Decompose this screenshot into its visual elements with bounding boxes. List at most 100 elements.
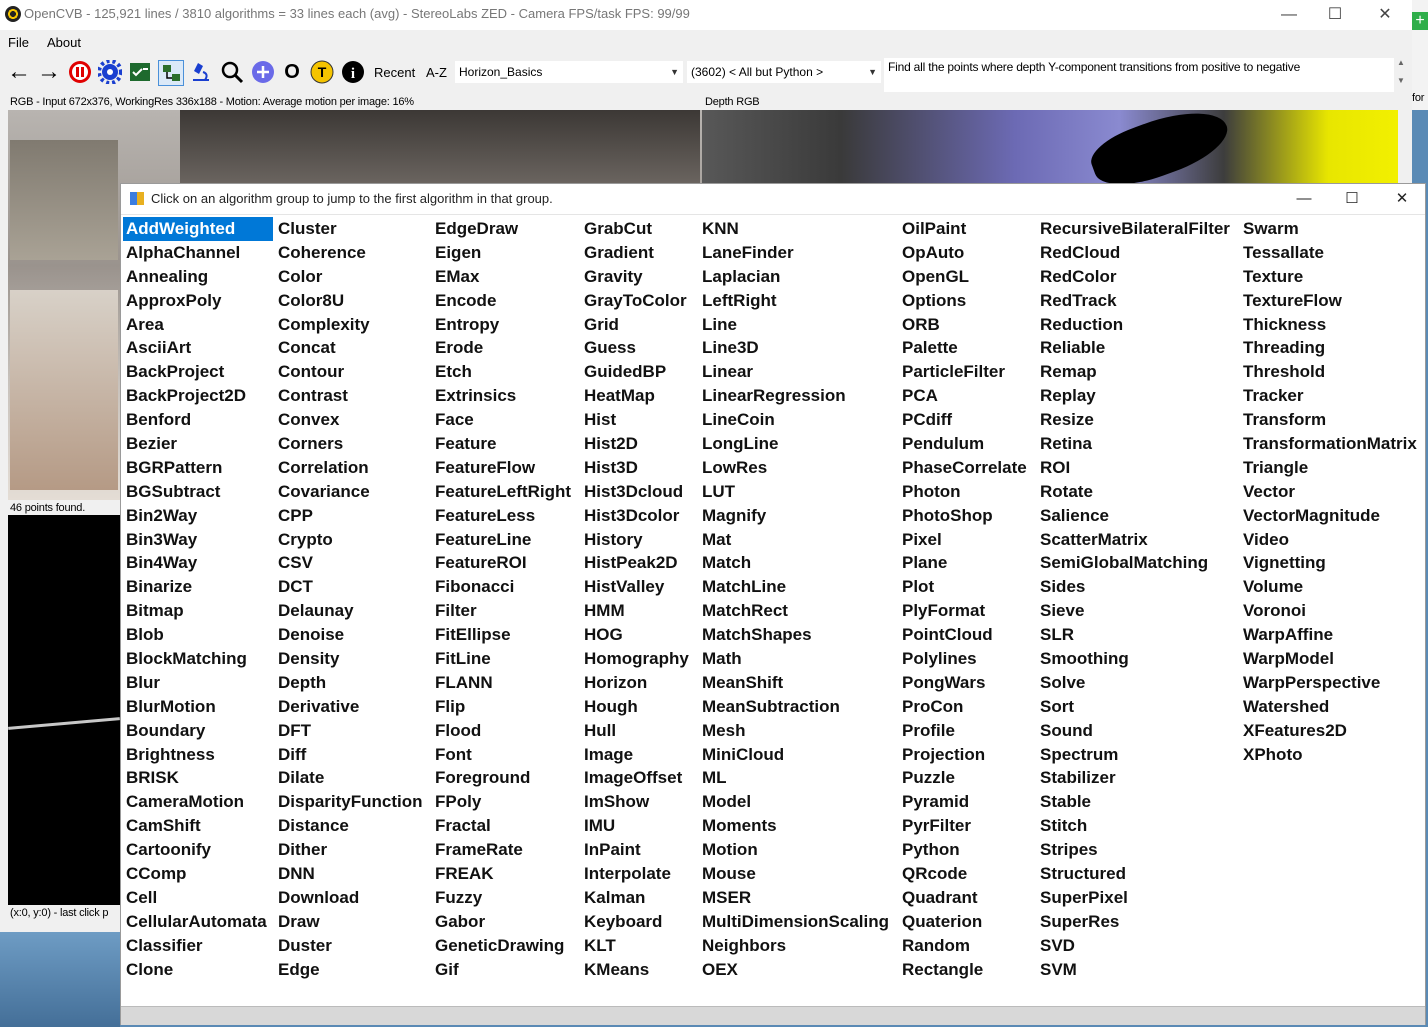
algorithm-group-item[interactable]: WarpModel (1240, 647, 1422, 671)
algorithm-group-item[interactable]: FrameRate (432, 838, 578, 862)
algorithm-group-item[interactable]: EMax (432, 265, 578, 289)
algorithm-group-item[interactable]: AlphaChannel (123, 241, 273, 265)
algorithm-group-item[interactable]: OEX (699, 958, 895, 982)
algorithm-group-item[interactable]: HistPeak2D (581, 551, 697, 575)
algorithm-group-item[interactable]: Voronoi (1240, 599, 1422, 623)
algorithm-group-item[interactable]: Swarm (1240, 217, 1422, 241)
algorithm-group-item[interactable]: AddWeighted (123, 217, 273, 241)
algorithm-group-item[interactable]: Motion (699, 838, 895, 862)
algorithm-group-item[interactable]: RedTrack (1037, 289, 1237, 313)
algorithm-group-item[interactable]: Mesh (699, 719, 895, 743)
algorithm-group-item[interactable]: KLT (581, 934, 697, 958)
algorithm-group-item[interactable]: Laplacian (699, 265, 895, 289)
algorithm-group-item[interactable]: Hist2D (581, 432, 697, 456)
maximize-button[interactable]: ☐ (1312, 0, 1358, 30)
algorithm-group-item[interactable]: MeanShift (699, 671, 895, 695)
algorithm-group-item[interactable]: TextureFlow (1240, 289, 1422, 313)
algorithm-group-item[interactable]: Vector (1240, 480, 1422, 504)
algorithm-group-item[interactable]: Guess (581, 336, 697, 360)
algorithm-group-item[interactable]: FeatureLess (432, 504, 578, 528)
algorithm-group-item[interactable]: Gravity (581, 265, 697, 289)
algorithm-group-item[interactable]: HOG (581, 623, 697, 647)
algorithm-group-item[interactable]: Contour (275, 360, 427, 384)
algorithm-group-item[interactable]: Pixel (899, 528, 1035, 552)
algorithm-group-item[interactable]: CamShift (123, 814, 273, 838)
algorithm-group-item[interactable]: Homography (581, 647, 697, 671)
algorithm-group-item[interactable]: BRISK (123, 766, 273, 790)
algorithm-group-item[interactable]: Distance (275, 814, 427, 838)
algorithm-group-item[interactable]: ParticleFilter (899, 360, 1035, 384)
algorithm-group-item[interactable]: Tessallate (1240, 241, 1422, 265)
algorithm-group-item[interactable]: SVM (1037, 958, 1237, 982)
algorithm-group-item[interactable]: Hist (581, 408, 697, 432)
algorithm-group-item[interactable]: FitEllipse (432, 623, 578, 647)
algorithm-group-item[interactable]: MatchRect (699, 599, 895, 623)
algorithm-group-item[interactable]: Plane (899, 551, 1035, 575)
algorithm-group-item[interactable]: Mat (699, 528, 895, 552)
algorithm-group-item[interactable]: CSV (275, 551, 427, 575)
algorithm-group-item[interactable]: Concat (275, 336, 427, 360)
algorithm-group-item[interactable]: Kalman (581, 886, 697, 910)
algorithm-group-item[interactable]: VectorMagnitude (1240, 504, 1422, 528)
algorithm-group-item[interactable]: Bin4Way (123, 551, 273, 575)
algorithm-group-item[interactable]: Solve (1037, 671, 1237, 695)
algorithm-group-item[interactable]: Boundary (123, 719, 273, 743)
algorithm-group-item[interactable]: FeatureLeftRight (432, 480, 578, 504)
algorithm-group-item[interactable]: ORB (899, 313, 1035, 337)
algorithm-group-item[interactable]: Thickness (1240, 313, 1422, 337)
algorithm-group-item[interactable]: PyrFilter (899, 814, 1035, 838)
algorithm-group-item[interactable]: SuperRes (1037, 910, 1237, 934)
minimize-button[interactable]: — (1266, 0, 1312, 30)
algorithm-group-item[interactable]: Filter (432, 599, 578, 623)
algorithm-group-item[interactable]: Image (581, 743, 697, 767)
algorithm-group-item[interactable]: GrayToColor (581, 289, 697, 313)
algorithm-group-item[interactable]: Magnify (699, 504, 895, 528)
algorithm-group-item[interactable]: Duster (275, 934, 427, 958)
algorithm-group-item[interactable]: Convex (275, 408, 427, 432)
algorithm-group-item[interactable]: Rectangle (899, 958, 1035, 982)
algorithm-group-item[interactable]: Random (899, 934, 1035, 958)
algorithm-group-item[interactable]: GuidedBP (581, 360, 697, 384)
algorithm-group-item[interactable]: Gif (432, 958, 578, 982)
algorithm-group-item[interactable]: BGRPattern (123, 456, 273, 480)
algorithm-group-item[interactable]: Color (275, 265, 427, 289)
algorithm-group-item[interactable]: Model (699, 790, 895, 814)
stop-button[interactable] (68, 60, 92, 84)
algorithm-group-item[interactable]: Line3D (699, 336, 895, 360)
magnify-button[interactable] (220, 60, 244, 84)
algorithm-group-item[interactable]: Stripes (1037, 838, 1237, 862)
algorithm-group-item[interactable]: Fibonacci (432, 575, 578, 599)
algorithm-group-item[interactable]: BackProject2D (123, 384, 273, 408)
algorithm-group-item[interactable]: BlockMatching (123, 647, 273, 671)
algorithm-group-item[interactable]: Bin3Way (123, 528, 273, 552)
algorithm-group-item[interactable]: Blob (123, 623, 273, 647)
algorithm-group-item[interactable]: Erode (432, 336, 578, 360)
dialog-close-button[interactable]: ✕ (1379, 184, 1425, 214)
tree-view-button[interactable] (158, 60, 184, 86)
algorithm-group-item[interactable]: CComp (123, 862, 273, 886)
algorithm-group-item[interactable]: Complexity (275, 313, 427, 337)
back-arrow-icon[interactable]: ← (7, 58, 31, 85)
algorithm-group-item[interactable]: Correlation (275, 456, 427, 480)
algorithm-group-item[interactable]: MatchLine (699, 575, 895, 599)
algorithm-group-item[interactable]: CPP (275, 504, 427, 528)
algorithm-group-item[interactable]: Profile (899, 719, 1035, 743)
algorithm-group-item[interactable]: PongWars (899, 671, 1035, 695)
result-image-view[interactable] (8, 515, 120, 905)
algorithm-group-item[interactable]: LineCoin (699, 408, 895, 432)
algorithm-group-item[interactable]: Eigen (432, 241, 578, 265)
algorithm-group-item[interactable]: Hull (581, 719, 697, 743)
algorithm-group-item[interactable]: AsciiArt (123, 336, 273, 360)
algorithm-group-item[interactable]: Crypto (275, 528, 427, 552)
algorithm-group-item[interactable]: Line (699, 313, 895, 337)
algorithm-group-item[interactable]: Replay (1037, 384, 1237, 408)
algorithm-group-item[interactable]: Cluster (275, 217, 427, 241)
algorithm-group-item[interactable]: Neighbors (699, 934, 895, 958)
algorithm-group-item[interactable]: OpAuto (899, 241, 1035, 265)
algorithm-group-item[interactable]: DisparityFunction (275, 790, 427, 814)
algorithm-group-item[interactable]: Bitmap (123, 599, 273, 623)
algorithm-group-item[interactable]: Hough (581, 695, 697, 719)
algorithm-group-item[interactable]: Palette (899, 336, 1035, 360)
algorithm-group-item[interactable]: Texture (1240, 265, 1422, 289)
algorithm-group-item[interactable]: Spectrum (1037, 743, 1237, 767)
